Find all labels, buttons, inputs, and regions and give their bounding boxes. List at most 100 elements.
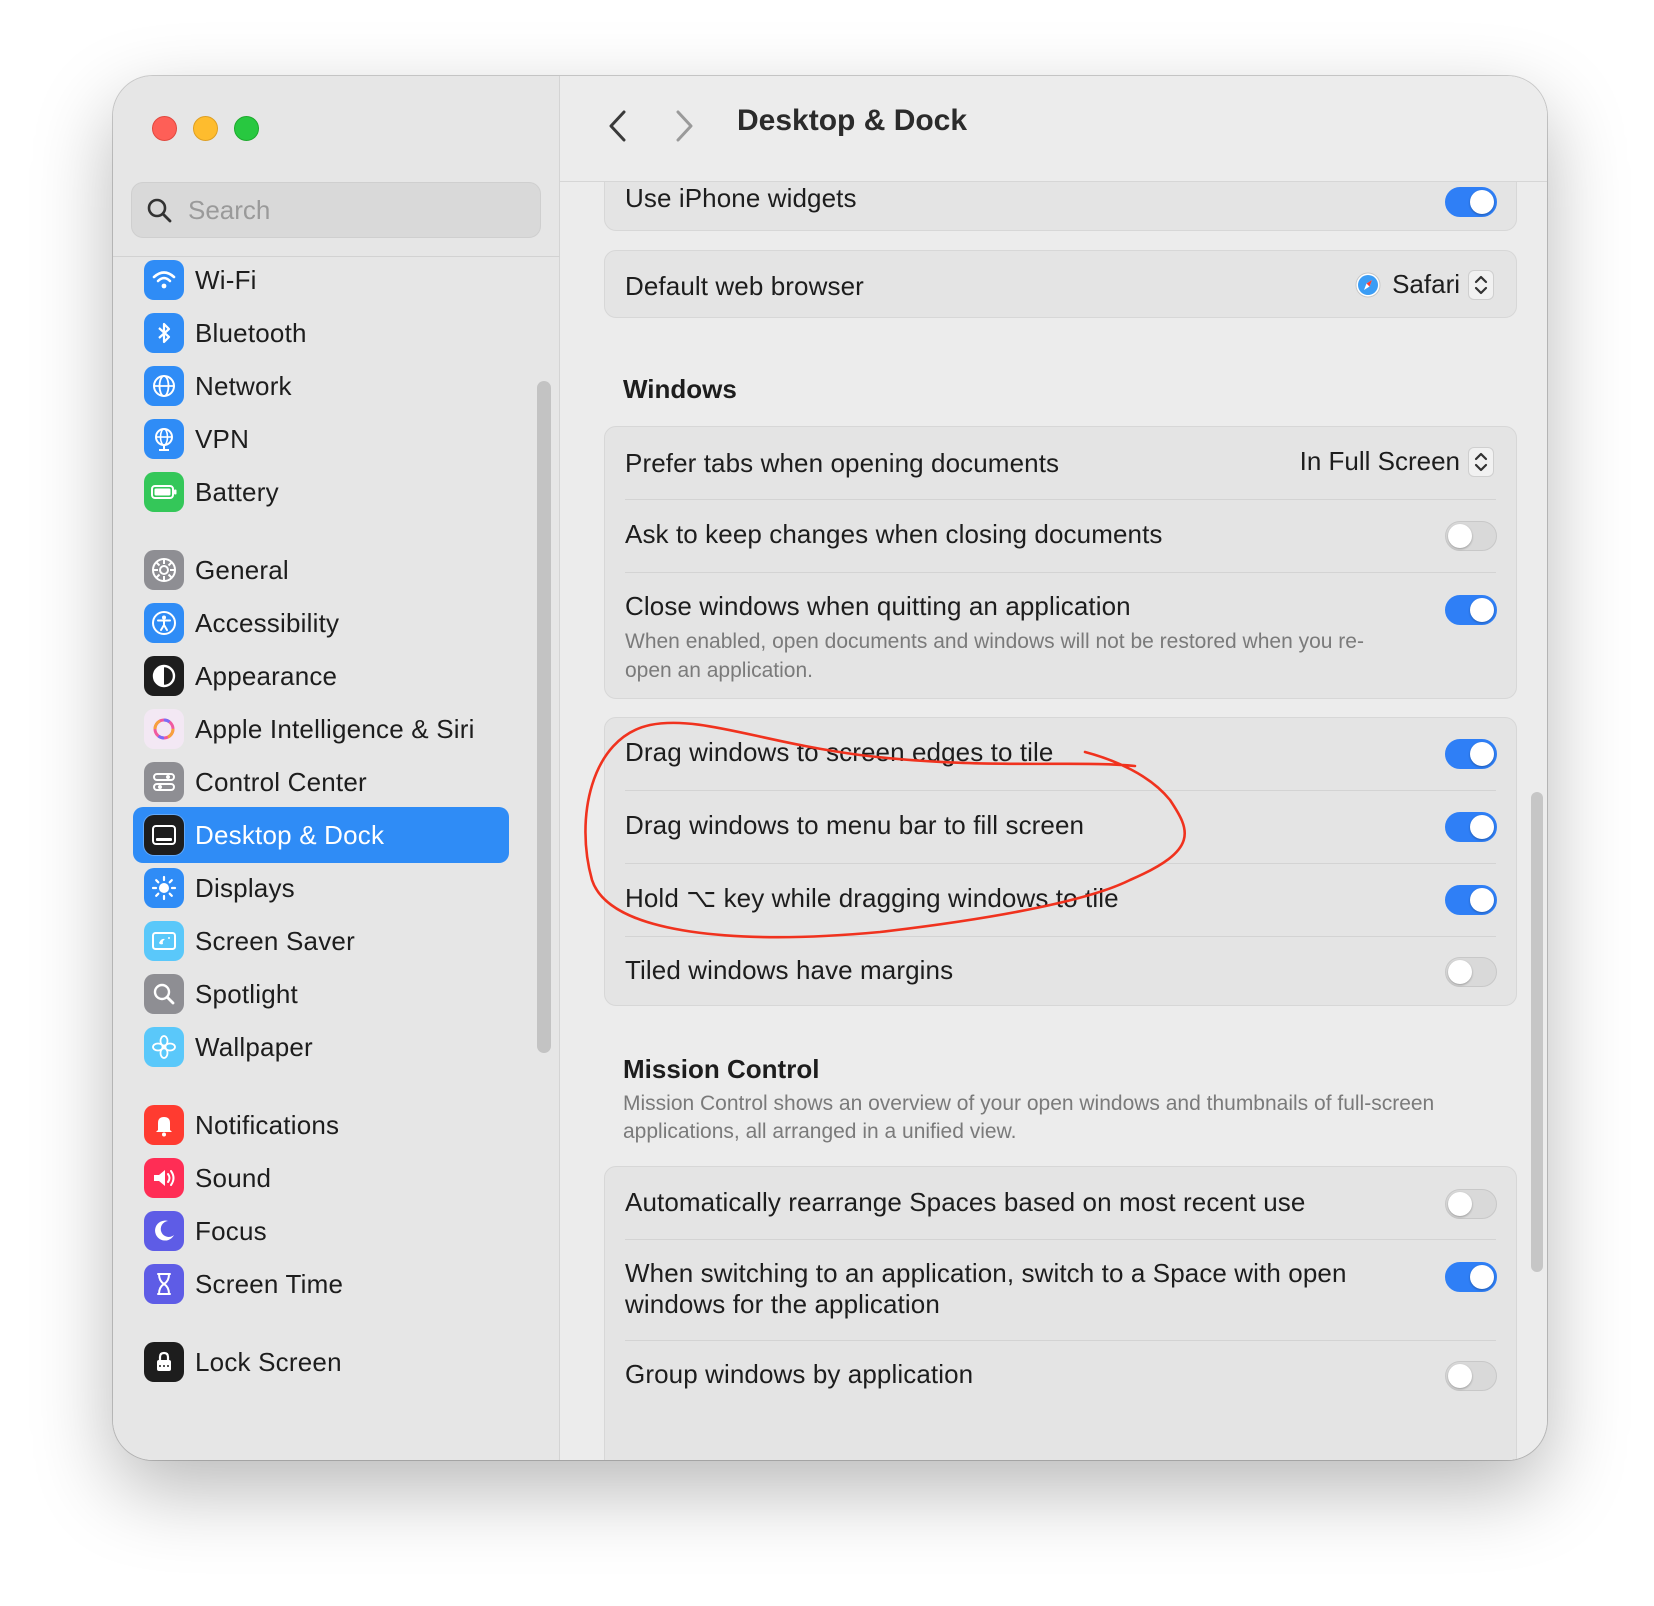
group-tiling: Drag windows to screen edges to tile Dra… bbox=[604, 717, 1517, 1006]
default-browser-popup[interactable]: Safari bbox=[1354, 269, 1494, 300]
sidebar-item-battery[interactable]: Battery bbox=[133, 464, 509, 520]
sidebar-item-label: Control Center bbox=[195, 766, 367, 797]
sidebar-item-label: Apple Intelligence & Siri bbox=[195, 713, 475, 744]
row-tiled-margins: Tiled windows have margins bbox=[605, 937, 1516, 1007]
drag-edges-label: Drag windows to screen edges to tile bbox=[625, 737, 1054, 767]
sidebar-item-label: Bluetooth bbox=[195, 317, 307, 348]
drag-menubar-label: Drag windows to menu bar to fill screen bbox=[625, 810, 1085, 840]
wifi-icon bbox=[144, 260, 184, 300]
group-browser: Default web browser Safari bbox=[604, 250, 1517, 318]
iphone-widgets-toggle[interactable] bbox=[1445, 187, 1497, 217]
sidebar-item-wallpaper[interactable]: Wallpaper bbox=[133, 1019, 509, 1075]
sidebar-item-spotlight[interactable]: Spotlight bbox=[133, 966, 509, 1022]
prefer-tabs-value: In Full Screen bbox=[1299, 446, 1460, 476]
sidebar-scrollbar[interactable] bbox=[537, 381, 551, 1053]
default-browser-label: Default web browser bbox=[625, 271, 864, 301]
close-windows-description: When enabled, open documents and windows… bbox=[625, 630, 1364, 682]
sidebar-item-screen-saver[interactable]: Screen Saver bbox=[133, 913, 509, 969]
drag-menubar-toggle[interactable] bbox=[1445, 812, 1497, 842]
row-ask-keep: Ask to keep changes when closing documen… bbox=[605, 500, 1516, 572]
search-icon bbox=[147, 198, 172, 223]
sidebar-item-label: Lock Screen bbox=[195, 1346, 342, 1377]
zoom-window-button[interactable] bbox=[234, 116, 259, 141]
ask-keep-label: Ask to keep changes when closing documen… bbox=[625, 519, 1163, 549]
row-default-browser: Default web browser Safari bbox=[605, 251, 1516, 319]
row-close-windows: Close windows when quitting an applicati… bbox=[605, 573, 1516, 699]
sidebar-item-apple-intelligence-siri[interactable]: Apple Intelligence & Siri bbox=[133, 701, 509, 757]
row-prefer-tabs: Prefer tabs when opening documents In Fu… bbox=[605, 427, 1516, 499]
sidebar-item-focus[interactable]: Focus bbox=[133, 1203, 509, 1259]
sidebar-item-control-center[interactable]: Control Center bbox=[133, 754, 509, 810]
close-windows-toggle[interactable] bbox=[1445, 595, 1497, 625]
chevron-left-icon bbox=[609, 110, 626, 142]
sidebar-item-label: Focus bbox=[195, 1215, 267, 1246]
safari-icon bbox=[1355, 272, 1381, 297]
sidebar-item-label: Appearance bbox=[195, 660, 338, 691]
hold-key-toggle[interactable] bbox=[1445, 885, 1497, 915]
sidebar-item-label: Accessibility bbox=[195, 607, 340, 638]
sidebar-item-lock-screen[interactable]: Lock Screen bbox=[133, 1334, 509, 1390]
sidebar-item-bluetooth[interactable]: Bluetooth bbox=[133, 305, 509, 361]
sidebar-item-label: Wallpaper bbox=[195, 1031, 313, 1062]
switch-space-toggle[interactable] bbox=[1445, 1262, 1497, 1292]
sidebar-item-label: Wi-Fi bbox=[195, 264, 257, 295]
sidebar-item-label: Sound bbox=[195, 1162, 272, 1193]
search-input[interactable] bbox=[186, 193, 506, 227]
flower-icon bbox=[144, 1027, 184, 1067]
speaker-icon bbox=[144, 1158, 184, 1198]
sun-icon bbox=[144, 868, 184, 908]
sidebar-item-vpn[interactable]: VPN bbox=[133, 411, 509, 467]
bluetooth-icon bbox=[144, 313, 184, 353]
sidebar-item-sound[interactable]: Sound bbox=[133, 1150, 509, 1206]
sidebar-item-desktop-dock[interactable]: Desktop & Dock bbox=[133, 807, 509, 863]
sidebar: Wi-Fi Bluetooth Network VPN Battery General Ac… bbox=[113, 76, 560, 1460]
battery-icon bbox=[144, 472, 184, 512]
auto-rearrange-toggle[interactable] bbox=[1445, 1189, 1497, 1219]
sidebar-item-general[interactable]: General bbox=[133, 542, 509, 598]
row-auto-rearrange: Automatically rearrange Spaces based on … bbox=[605, 1167, 1516, 1239]
prefer-tabs-popup[interactable]: In Full Screen bbox=[1300, 446, 1494, 477]
sidebar-item-label: Spotlight bbox=[195, 978, 298, 1009]
sidebar-item-wi-fi[interactable]: Wi-Fi bbox=[133, 252, 509, 308]
vpn-globe-icon bbox=[144, 419, 184, 459]
ask-keep-toggle[interactable] bbox=[1445, 521, 1497, 551]
minimize-window-button[interactable] bbox=[193, 116, 218, 141]
window-controls bbox=[152, 116, 259, 141]
auto-rearrange-label: Automatically rearrange Spaces based on … bbox=[625, 1187, 1306, 1217]
mission-control-section-title: Mission Control bbox=[623, 1054, 820, 1084]
mission-control-description: Mission Control shows an overview of you… bbox=[623, 1092, 1435, 1143]
sidebar-item-appearance[interactable]: Appearance bbox=[133, 648, 509, 704]
drag-edges-toggle[interactable] bbox=[1445, 739, 1497, 769]
row-drag-menubar: Drag windows to menu bar to fill screen bbox=[605, 791, 1516, 863]
sidebar-item-label: Network bbox=[195, 370, 292, 401]
row-drag-edges: Drag windows to screen edges to tile bbox=[605, 718, 1516, 790]
sidebar-item-displays[interactable]: Displays bbox=[133, 860, 509, 916]
forward-button[interactable] bbox=[664, 106, 704, 146]
sidebar-item-label: Screen Time bbox=[195, 1268, 344, 1299]
close-window-button[interactable] bbox=[152, 116, 177, 141]
tiled-margins-toggle[interactable] bbox=[1445, 957, 1497, 987]
sidebar-item-notifications[interactable]: Notifications bbox=[133, 1097, 509, 1153]
bell-icon bbox=[144, 1105, 184, 1145]
group-windows-toggle[interactable] bbox=[1445, 1361, 1497, 1391]
sidebar-item-label: Battery bbox=[195, 476, 279, 507]
sidebar-item-label: Screen Saver bbox=[195, 925, 355, 956]
row-switch-space: When switching to an application, switch… bbox=[605, 1240, 1516, 1340]
group-windows-docs: Prefer tabs when opening documents In Fu… bbox=[604, 426, 1517, 699]
sidebar-item-network[interactable]: Network bbox=[133, 358, 509, 414]
sidebar-item-label: General bbox=[195, 554, 289, 585]
back-button[interactable] bbox=[598, 106, 638, 146]
dock-icon bbox=[144, 815, 184, 855]
iphone-widgets-label: Use iPhone widgets bbox=[625, 183, 857, 213]
sidebar-item-accessibility[interactable]: Accessibility bbox=[133, 595, 509, 651]
siri-icon bbox=[144, 709, 184, 749]
magnifier-icon bbox=[144, 974, 184, 1014]
chevron-right-icon bbox=[676, 110, 693, 142]
sidebar-item-screen-time[interactable]: Screen Time bbox=[133, 1256, 509, 1312]
main-scrollbar[interactable] bbox=[1531, 792, 1543, 1272]
default-browser-value: Safari bbox=[1392, 269, 1460, 299]
row-group-windows: Group windows by application bbox=[605, 1341, 1516, 1413]
gear-icon bbox=[144, 550, 184, 590]
settings-window: Wi-Fi Bluetooth Network VPN Battery General Ac… bbox=[113, 76, 1547, 1460]
search-field[interactable] bbox=[131, 182, 541, 238]
